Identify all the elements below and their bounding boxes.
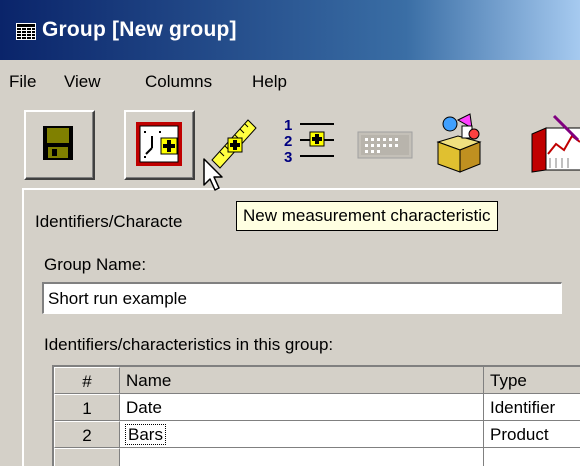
row-number[interactable]: 1 xyxy=(54,394,120,421)
column-header-name[interactable]: Name xyxy=(120,367,484,394)
new-attribute-characteristic-button[interactable]: 1 2 3 xyxy=(276,110,343,176)
tooltip: New measurement characteristic xyxy=(236,201,498,231)
row-type[interactable]: Identifier xyxy=(484,394,580,421)
window-title: Group [New group] xyxy=(42,18,237,41)
title-bar[interactable]: Group [New group] xyxy=(0,0,580,60)
row-number[interactable]: 2 xyxy=(54,421,120,448)
svg-text:1: 1 xyxy=(284,117,292,134)
group-name-input[interactable] xyxy=(42,282,562,314)
row-type[interactable] xyxy=(484,448,580,466)
disabled-grid-icon xyxy=(357,131,413,159)
package-icon xyxy=(436,113,482,173)
toolbar: 1 2 3 xyxy=(0,106,580,182)
row-number[interactable] xyxy=(54,448,120,466)
menu-help[interactable]: Help xyxy=(252,72,287,92)
menu-file[interactable]: File xyxy=(9,72,36,92)
row-name-text: Bars xyxy=(125,424,166,445)
new-identifier-button[interactable] xyxy=(124,110,195,180)
row-name[interactable]: Bars xyxy=(120,421,484,448)
tab-label[interactable]: Identifiers/Characte xyxy=(35,212,182,232)
chart-edit-button[interactable] xyxy=(520,110,580,176)
identifiers-list-label: Identifiers/characteristics in this grou… xyxy=(44,335,334,354)
package-button[interactable] xyxy=(428,110,495,176)
disabled-button[interactable] xyxy=(352,110,419,176)
table-row[interactable]: 2 Bars Product xyxy=(54,421,580,448)
row-name[interactable]: Date xyxy=(120,394,484,421)
table-header-row: # Name Type xyxy=(54,367,580,394)
row-name[interactable] xyxy=(120,448,484,466)
floppy-disk-icon xyxy=(43,126,73,160)
grid-app-icon xyxy=(16,23,36,40)
group-window: Group [New group] File View Columns Help xyxy=(0,0,580,466)
row-type[interactable]: Product xyxy=(484,421,580,448)
menu-columns[interactable]: Columns xyxy=(145,72,212,92)
column-header-number[interactable]: # xyxy=(54,367,120,394)
identifiers-table[interactable]: # Name Type 1 Date Identifier 2 Bars Pro… xyxy=(52,365,580,466)
numbered-list-plus-icon: 1 2 3 xyxy=(284,117,334,166)
save-button[interactable] xyxy=(24,110,95,180)
svg-text:2: 2 xyxy=(284,133,292,150)
chart-edit-icon xyxy=(531,114,580,173)
table-row[interactable]: 1 Date Identifier xyxy=(54,394,580,421)
clock-plus-icon xyxy=(136,122,182,166)
mouse-pointer-icon xyxy=(203,158,223,191)
menu-bar: File View Columns Help xyxy=(0,62,580,102)
menu-view[interactable]: View xyxy=(64,72,101,92)
group-name-label: Group Name: xyxy=(44,255,147,274)
svg-text:3: 3 xyxy=(284,149,292,166)
table-row-empty[interactable] xyxy=(54,448,580,466)
column-header-type[interactable]: Type xyxy=(484,367,580,394)
